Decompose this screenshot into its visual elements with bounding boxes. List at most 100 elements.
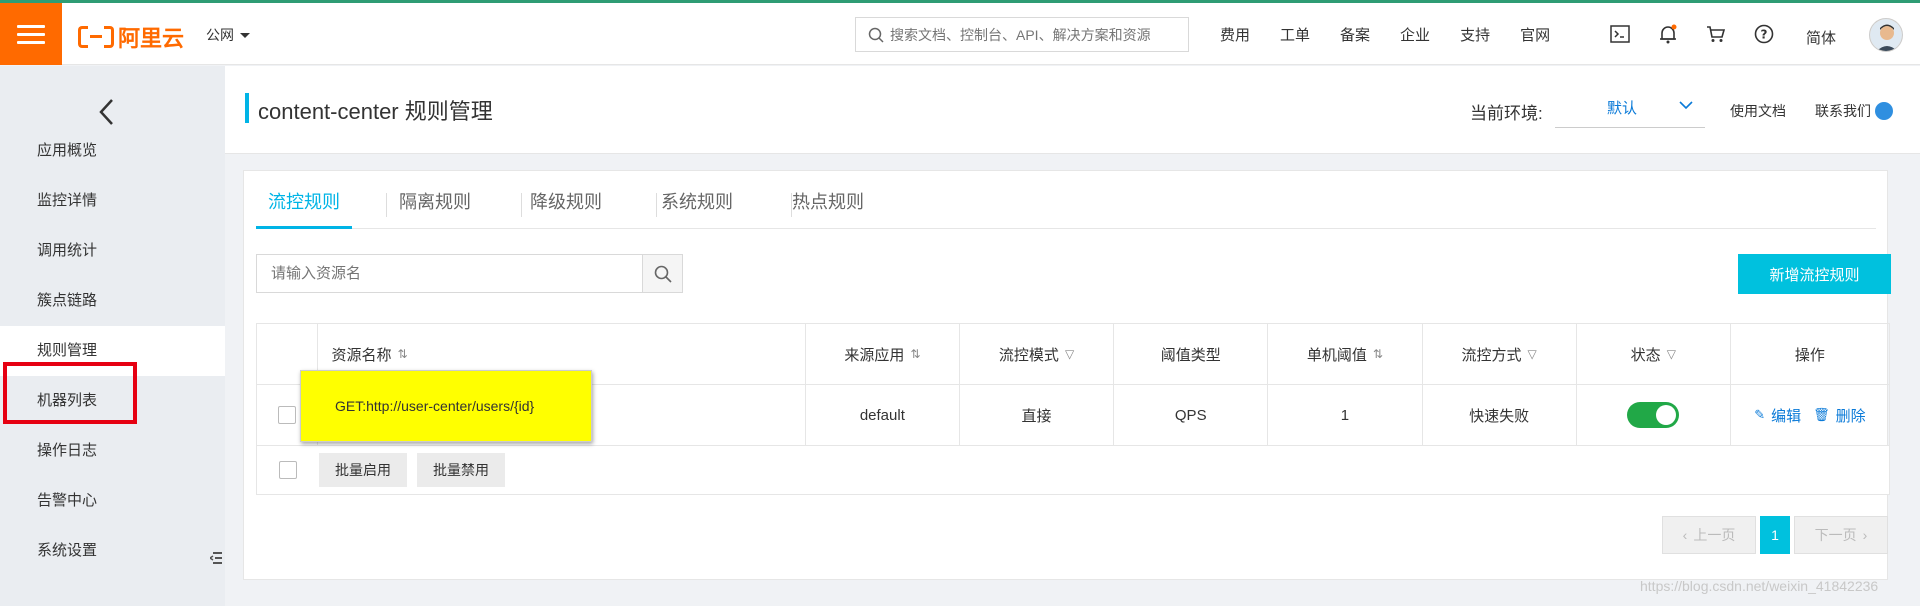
global-search-input[interactable]	[890, 26, 1180, 43]
title-accent-bar	[245, 93, 249, 123]
sidebar-item-oplog[interactable]: 操作日志	[0, 426, 225, 476]
sort-icon[interactable]: ⇅	[1373, 347, 1383, 361]
tab-divider	[386, 193, 387, 217]
prev-page-button[interactable]: ‹ 上一页	[1662, 516, 1756, 554]
nav-filing[interactable]: 备案	[1340, 24, 1370, 45]
control-cell: 快速失败	[1423, 385, 1577, 445]
tab-system-rules[interactable]: 系统规则	[649, 171, 745, 229]
contact-label: 联系我们	[1815, 103, 1871, 119]
select-all-checkbox[interactable]	[279, 461, 297, 479]
status-toggle[interactable]	[1627, 402, 1680, 428]
resource-name-tooltip: GET:http://user-center/users/{id}	[300, 370, 592, 442]
delete-button[interactable]: 🗑 删除	[1813, 405, 1866, 426]
edit-label: 编辑	[1771, 407, 1802, 425]
tab-flow-rules[interactable]: 流控规则	[256, 171, 352, 229]
language-switch[interactable]: 简体	[1806, 27, 1836, 48]
top-bar: 阿里云 公网 费用 工单 备案 企业 支持 官网 ? 简体	[0, 3, 1920, 65]
edit-button[interactable]: ✎ 编辑	[1754, 405, 1801, 426]
next-page-button[interactable]: 下一页 ›	[1794, 516, 1888, 554]
tab-degrade-rules[interactable]: 降级规则	[518, 171, 614, 229]
highlight-box	[3, 362, 137, 424]
edit-icon: ✎	[1754, 407, 1766, 422]
add-flow-rule-button[interactable]: 新增流控规则	[1738, 254, 1891, 294]
filter-icon[interactable]: ▽	[1528, 347, 1537, 361]
col-mode[interactable]: 流控模式 ▽	[960, 324, 1115, 384]
threshold-type-cell: QPS	[1114, 385, 1269, 445]
trash-icon: 🗑	[1813, 407, 1830, 422]
col-origin-label: 来源应用	[844, 346, 905, 364]
col-origin[interactable]: 来源应用 ⇅	[806, 324, 960, 384]
sidebar-item-cluster-links[interactable]: 簇点链路	[0, 276, 225, 326]
col-threshold[interactable]: 单机阈值 ⇅	[1268, 324, 1423, 384]
batch-disable-button[interactable]: 批量禁用	[417, 453, 505, 487]
user-avatar[interactable]	[1869, 18, 1903, 52]
sidebar-item-monitor[interactable]: 监控详情	[0, 176, 225, 226]
sidebar: 应用概览 监控详情 调用统计 簇点链路 规则管理 机器列表 操作日志 告警中心 …	[0, 66, 225, 606]
resource-search	[256, 254, 683, 293]
cart-icon[interactable]	[1692, 25, 1740, 43]
global-search[interactable]	[855, 17, 1189, 52]
col-threshold-label: 单机阈值	[1306, 346, 1367, 364]
search-icon	[654, 265, 672, 283]
collapse-icon	[210, 552, 222, 564]
actions-cell: ✎ 编辑 🗑 删除	[1731, 385, 1889, 445]
chevron-left-icon: ‹	[1682, 527, 1688, 543]
brand-logo[interactable]: 阿里云	[78, 21, 184, 53]
sort-icon[interactable]: ⇅	[910, 347, 920, 361]
env-select[interactable]: 默认	[1555, 88, 1705, 128]
nav-support[interactable]: 支持	[1460, 24, 1490, 45]
footer-select-cell	[257, 446, 319, 494]
sidebar-item-overview[interactable]: 应用概览	[0, 126, 225, 176]
sidebar-item-settings[interactable]: 系统设置	[0, 526, 225, 576]
sidebar-item-stats[interactable]: 调用统计	[0, 226, 225, 276]
col-status[interactable]: 状态 ▽	[1577, 324, 1731, 384]
sort-icon[interactable]: ⇅	[398, 347, 408, 361]
region-selector[interactable]: 公网	[206, 25, 250, 45]
resource-search-input[interactable]	[257, 255, 642, 292]
svg-text:?: ?	[1761, 28, 1768, 42]
row-checkbox[interactable]	[277, 406, 296, 424]
top-icons: ?	[1596, 3, 1788, 65]
page-header: content-center 规则管理 当前环境: 默认 使用文档 联系我们	[225, 66, 1920, 154]
nav-enterprise[interactable]: 企业	[1400, 24, 1430, 45]
origin-cell: default	[806, 385, 960, 445]
sidebar-item-alerts[interactable]: 告警中心	[0, 476, 225, 526]
next-page-label: 下一页	[1814, 527, 1857, 543]
col-control[interactable]: 流控方式 ▽	[1423, 324, 1577, 384]
nav-official-site[interactable]: 官网	[1520, 24, 1550, 45]
nav-fees[interactable]: 费用	[1220, 24, 1250, 45]
page-1-button[interactable]: 1	[1760, 516, 1790, 554]
menu-button[interactable]	[0, 3, 62, 65]
back-arrow-icon[interactable]	[98, 98, 114, 129]
search-button[interactable]	[642, 255, 682, 292]
region-label: 公网	[206, 27, 234, 43]
hamburger-icon	[17, 20, 45, 49]
prev-page-label: 上一页	[1693, 527, 1736, 543]
caret-down-icon	[240, 32, 250, 38]
tab-isolation-rules[interactable]: 隔离规则	[387, 171, 483, 229]
filter-icon[interactable]: ▽	[1065, 347, 1074, 361]
col-mode-label: 流控模式	[998, 346, 1059, 364]
status-cell	[1577, 385, 1731, 445]
filter-icon[interactable]: ▽	[1667, 347, 1676, 361]
terminal-icon[interactable]	[1596, 25, 1644, 43]
pagination: ‹ 上一页 1 下一页 ›	[1662, 516, 1888, 554]
watermark: https://blog.csdn.net/weixin_41842236	[1640, 578, 1879, 594]
collapse-sidebar-button[interactable]	[207, 533, 225, 583]
bell-icon[interactable]	[1644, 24, 1692, 44]
tab-divider	[521, 193, 522, 217]
docs-link[interactable]: 使用文档	[1730, 101, 1786, 121]
contact-link[interactable]: 联系我们	[1815, 101, 1893, 121]
search-icon	[868, 27, 884, 43]
env-label: 当前环境:	[1470, 104, 1543, 123]
batch-enable-button[interactable]: 批量启用	[319, 453, 407, 487]
mode-cell: 直接	[960, 385, 1115, 445]
col-status-label: 状态	[1630, 346, 1661, 364]
tab-hotspot-rules[interactable]: 热点规则	[780, 171, 876, 229]
nav-tickets[interactable]: 工单	[1280, 24, 1310, 45]
contact-icon	[1875, 102, 1893, 120]
tab-divider	[791, 193, 792, 217]
delete-label: 删除	[1835, 407, 1866, 425]
col-actions: 操作	[1731, 324, 1889, 384]
help-icon[interactable]: ?	[1740, 24, 1788, 44]
